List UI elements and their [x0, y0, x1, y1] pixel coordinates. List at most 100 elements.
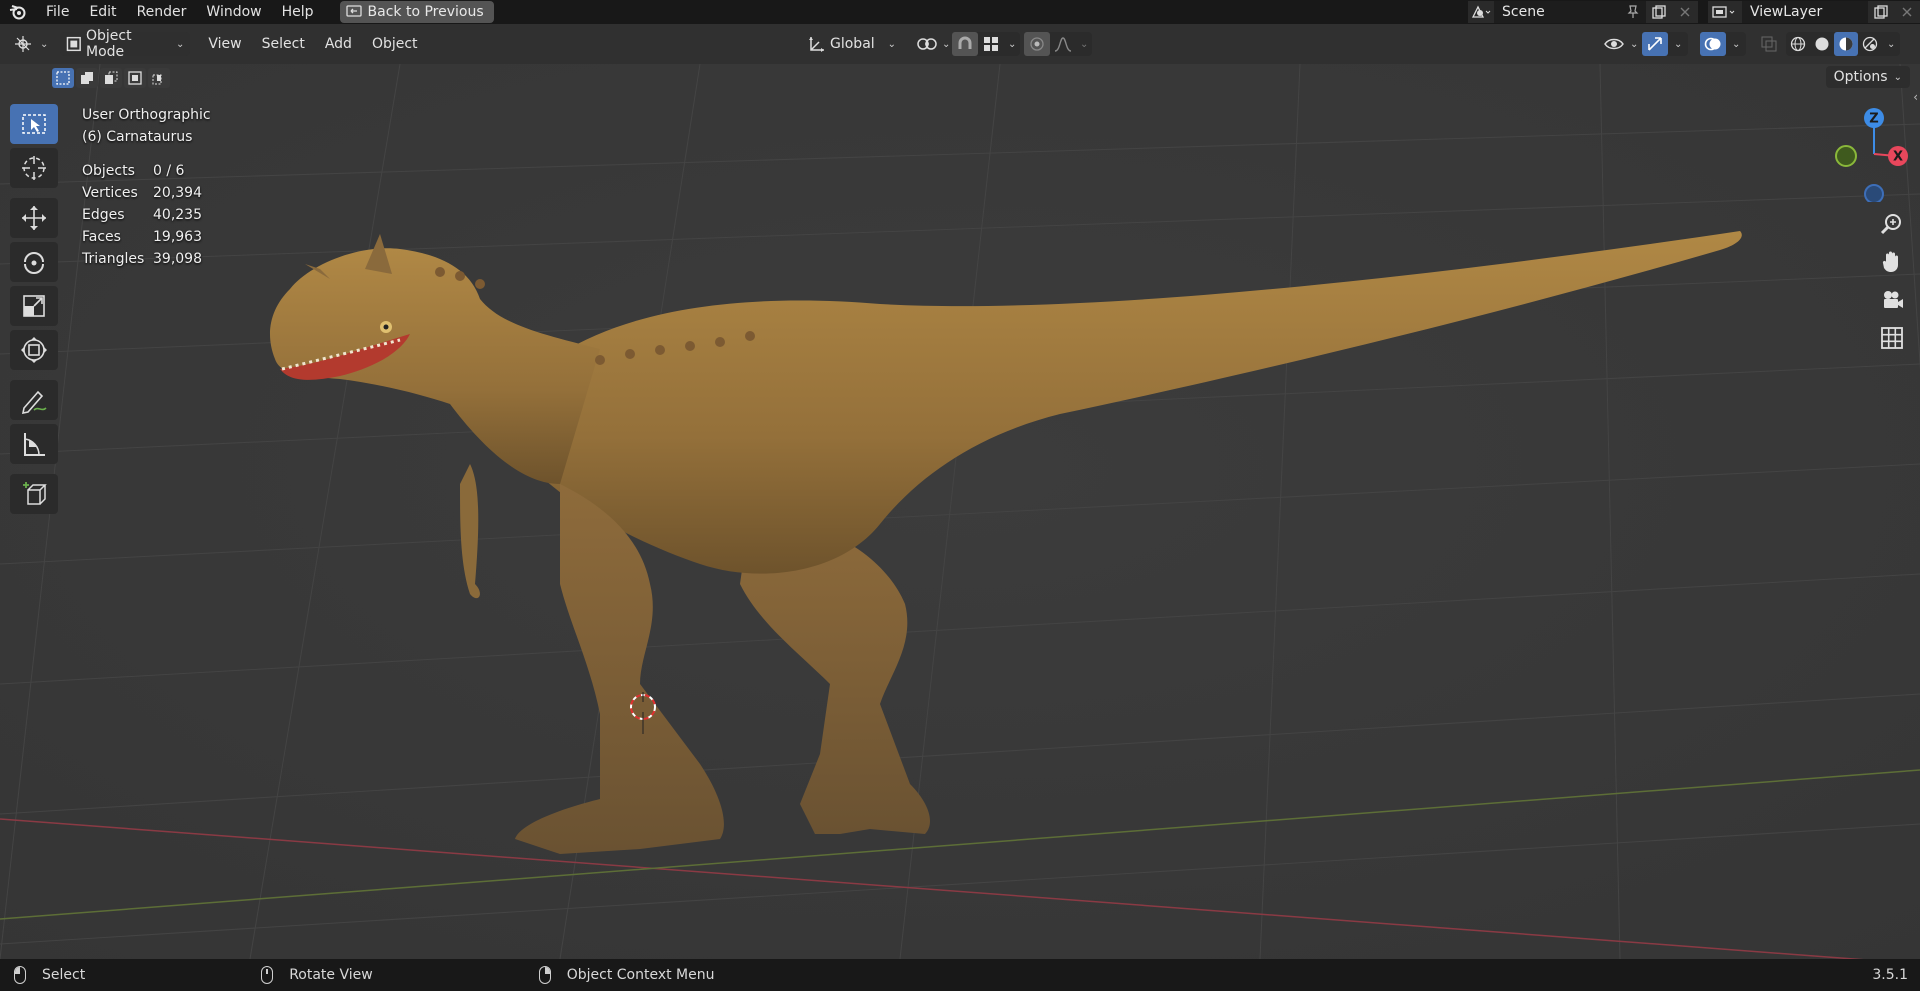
3d-viewport[interactable]: Options ⌄ User Orthographic (6) Carnatau… — [0, 64, 1920, 959]
stat-row: Vertices 20,394 — [82, 182, 211, 204]
zoom-view-button[interactable] — [1874, 206, 1910, 242]
transform-orientation-dropdown[interactable]: Global ⌄ — [802, 32, 902, 56]
select-invert-icon[interactable] — [124, 68, 146, 88]
status-context-label: Object Context Menu — [566, 967, 715, 983]
3d-cursor-icon — [630, 692, 656, 734]
menu-edit[interactable]: Edit — [79, 0, 126, 24]
zoom-icon — [1880, 214, 1901, 235]
screen-back-icon — [345, 5, 362, 17]
view-layer-name-field[interactable]: ViewLayer — [1742, 1, 1868, 23]
selection-mode-group — [52, 68, 170, 88]
visibility-dropdown[interactable]: ⌄ — [1598, 32, 1644, 56]
move-arrows-icon — [22, 206, 46, 230]
scale-tool[interactable] — [10, 286, 58, 326]
mouse-right-icon — [538, 966, 551, 984]
chevron-down-icon: ⌄ — [40, 38, 49, 50]
rotate-icon — [24, 252, 44, 274]
pin-icon[interactable] — [1620, 1, 1646, 23]
status-rotate-hint: Rotate View — [261, 966, 373, 984]
wireframe-shading-icon[interactable] — [1786, 32, 1810, 56]
tool-shelf — [10, 104, 58, 518]
select-subtract-icon[interactable] — [100, 68, 122, 88]
gizmo-toggle-icon[interactable] — [1642, 32, 1668, 56]
chevron-down-icon: ⌄ — [176, 38, 185, 50]
chevron-down-icon[interactable]: ⌄ — [1882, 39, 1900, 50]
gizmo-y-axis — [1835, 145, 1857, 167]
proportional-editing-icon[interactable] — [1024, 32, 1050, 56]
new-view-layer-icon[interactable] — [1868, 1, 1894, 23]
chevron-down-icon: ⌄ — [1630, 38, 1639, 50]
scene-browse-icon[interactable] — [1468, 1, 1494, 23]
select-new-icon[interactable] — [52, 68, 74, 88]
navigation-buttons — [1874, 206, 1910, 358]
eye-icon — [1604, 38, 1624, 50]
chevron-down-icon[interactable]: ⌄ — [1004, 39, 1020, 50]
cursor-tool[interactable] — [10, 148, 58, 188]
menu-render[interactable]: Render — [127, 0, 197, 24]
chevron-down-icon: ⌄ — [942, 38, 951, 50]
ruler-icon — [24, 433, 45, 456]
status-select-hint: Select — [14, 966, 85, 984]
sidebar-toggle-icon[interactable]: ‹ — [1913, 90, 1918, 104]
back-to-previous-button[interactable]: Back to Previous — [339, 1, 494, 23]
menu-window[interactable]: Window — [196, 0, 271, 24]
stat-row: Edges 40,235 — [82, 204, 211, 226]
material-preview-shading-icon[interactable] — [1834, 32, 1858, 56]
viewport-info-overlay: User Orthographic (6) Carnataurus Object… — [82, 104, 211, 270]
add-cube-icon — [23, 482, 47, 505]
carnotaurus-model[interactable] — [0, 64, 1920, 959]
rendered-shading-icon[interactable] — [1858, 32, 1882, 56]
stat-value: 39,098 — [153, 251, 202, 267]
overlays-toggle-icon[interactable] — [1700, 32, 1726, 56]
chevron-down-icon[interactable]: ⌄ — [1076, 39, 1092, 50]
delete-view-layer-icon[interactable] — [1894, 1, 1920, 23]
menu-file[interactable]: File — [36, 0, 79, 24]
delete-scene-icon[interactable] — [1672, 1, 1698, 23]
back-to-previous-label: Back to Previous — [367, 4, 484, 20]
stat-row: Faces 19,963 — [82, 226, 211, 248]
xray-toggle-icon[interactable] — [1756, 32, 1782, 56]
grid-icon — [1881, 327, 1903, 349]
view-layer-browse-icon[interactable] — [1708, 1, 1742, 23]
gizmo-neg-z-axis — [1864, 184, 1884, 202]
options-dropdown[interactable]: Options ⌄ — [1825, 66, 1910, 88]
top-menu-bar: File Edit Render Window Help Back to Pre… — [0, 0, 1920, 24]
object-mode-dropdown[interactable]: Object Mode ⌄ — [60, 28, 191, 60]
transform-tool[interactable] — [10, 330, 58, 370]
new-scene-icon[interactable] — [1646, 1, 1672, 23]
editor-type-selector[interactable]: ⌄ — [8, 32, 54, 56]
solid-shading-icon[interactable] — [1810, 32, 1834, 56]
workspace-selectors: Scene ViewLayer — [1468, 0, 1920, 24]
pivot-point-dropdown[interactable]: ⌄ — [910, 32, 956, 56]
falloff-curve-icon[interactable] — [1050, 32, 1076, 56]
scene-name-field[interactable]: Scene — [1494, 1, 1620, 23]
menu-view[interactable]: View — [198, 32, 251, 56]
measure-tool[interactable] — [10, 424, 58, 464]
snap-increment-icon[interactable] — [978, 32, 1004, 56]
orientation-label: Global — [830, 36, 875, 52]
move-tool[interactable] — [10, 198, 58, 238]
add-cube-tool[interactable] — [10, 474, 58, 514]
chevron-down-icon[interactable]: ⌄ — [1726, 39, 1746, 50]
snap-toggle-icon[interactable] — [952, 32, 978, 56]
camera-view-button[interactable] — [1874, 282, 1910, 318]
stat-value: 40,235 — [153, 207, 202, 223]
toggle-perspective-button[interactable] — [1874, 320, 1910, 356]
blender-logo-icon[interactable] — [0, 0, 36, 24]
proportional-editing-group: ⌄ — [1024, 32, 1093, 56]
rotate-tool[interactable] — [10, 242, 58, 282]
gizmo-toggle-group: ⌄ — [1642, 32, 1689, 56]
annotate-tool[interactable] — [10, 380, 58, 420]
select-box-tool[interactable] — [10, 104, 58, 144]
pan-view-button[interactable] — [1874, 244, 1910, 280]
navigation-gizmo[interactable]: Z X — [1830, 102, 1910, 202]
shading-mode-group: ⌄ — [1786, 32, 1901, 56]
select-intersect-icon[interactable] — [148, 68, 170, 88]
menu-add[interactable]: Add — [315, 32, 362, 56]
select-extend-icon[interactable] — [76, 68, 98, 88]
menu-select[interactable]: Select — [252, 32, 315, 56]
mouse-middle-icon — [261, 966, 274, 984]
menu-object[interactable]: Object — [362, 32, 428, 56]
menu-help[interactable]: Help — [272, 0, 324, 24]
chevron-down-icon[interactable]: ⌄ — [1668, 39, 1688, 50]
